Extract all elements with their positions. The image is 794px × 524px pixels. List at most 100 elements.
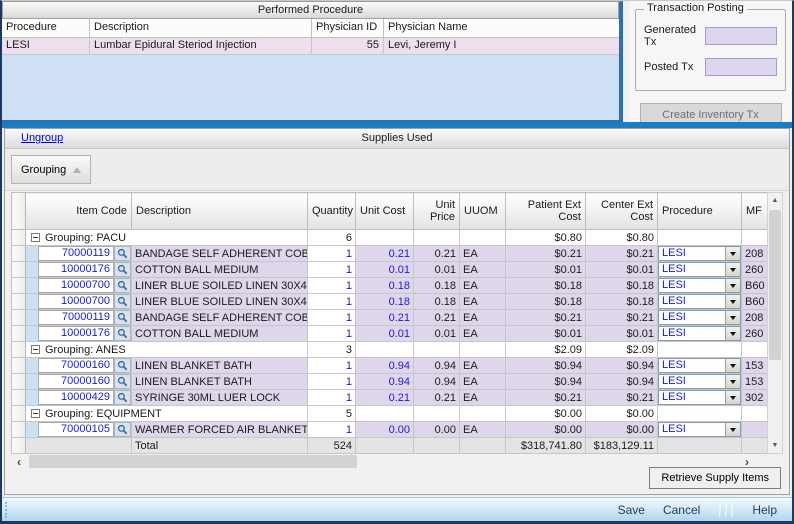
row-indicator[interactable] [12, 374, 26, 390]
chevron-down-icon[interactable] [725, 423, 740, 436]
row-indicator[interactable] [12, 422, 26, 438]
item-code-value[interactable]: 70000119 [38, 310, 114, 325]
item-code-lookup-button[interactable] [114, 422, 131, 437]
column-header-procedure[interactable]: Procedure [2, 19, 90, 37]
item-code-value[interactable]: 70000119 [38, 246, 114, 261]
chevron-down-icon[interactable] [725, 359, 740, 372]
item-unit-cost-cell[interactable]: 0.21 [356, 310, 414, 326]
horizontal-scrollbar[interactable]: ‹ › [11, 454, 755, 469]
chevron-down-icon[interactable] [725, 279, 740, 292]
procedure-dropdown[interactable]: LESI [658, 422, 741, 437]
item-procedure-cell[interactable]: LESI [658, 374, 742, 390]
item-code-value[interactable]: 10000176 [38, 326, 114, 341]
item-unit-cost-cell[interactable]: 0.01 [356, 326, 414, 342]
column-header-description[interactable]: Description [90, 19, 312, 37]
vertical-scroll-thumb[interactable] [769, 210, 781, 360]
row-indicator[interactable] [12, 246, 26, 262]
row-indicator[interactable] [12, 342, 26, 358]
physician-id-cell[interactable]: 55 [312, 38, 384, 54]
item-code-value[interactable]: 10000700 [38, 278, 114, 293]
item-procedure-cell[interactable]: LESI [658, 262, 742, 278]
column-header-uuom[interactable]: UUOM [460, 193, 506, 230]
row-indicator[interactable] [12, 310, 26, 326]
chevron-down-icon[interactable] [725, 375, 740, 388]
procedure-cell[interactable]: LESI [2, 38, 90, 54]
column-header-physician-id[interactable]: Physician ID [312, 19, 384, 37]
supply-item-row[interactable]: 70000160LINEN BLANKET BATH10.940.94EA$0.… [12, 374, 772, 390]
item-procedure-cell[interactable]: LESI [658, 246, 742, 262]
ungroup-link[interactable]: Ungroup [21, 129, 63, 148]
item-unit-cost-cell[interactable]: 0.00 [356, 422, 414, 438]
item-code-cell[interactable]: 10000429 [26, 390, 132, 406]
item-procedure-cell[interactable]: LESI [658, 310, 742, 326]
procedure-dropdown[interactable]: LESI [658, 246, 741, 261]
item-procedure-cell[interactable]: LESI [658, 278, 742, 294]
row-indicator[interactable] [12, 278, 26, 294]
item-code-value[interactable]: 10000700 [38, 294, 114, 309]
item-unit-cost-cell[interactable]: 0.18 [356, 294, 414, 310]
procedure-dropdown[interactable]: LESI [658, 294, 741, 309]
supply-item-row[interactable]: 10000176COTTON BALL MEDIUM10.010.01EA$0.… [12, 262, 772, 278]
item-code-cell[interactable]: 70000105 [26, 422, 132, 438]
chevron-down-icon[interactable] [725, 391, 740, 404]
save-button[interactable]: Save [609, 503, 654, 517]
row-indicator[interactable] [12, 230, 26, 246]
item-code-cell[interactable]: 10000176 [26, 262, 132, 278]
row-indicator[interactable] [12, 262, 26, 278]
item-unit-cost-cell[interactable]: 0.21 [356, 246, 414, 262]
item-code-lookup-button[interactable] [114, 358, 131, 373]
column-header-physician-name[interactable]: Physician Name [384, 19, 619, 37]
column-header-center-ext-cost[interactable]: Center Ext Cost [586, 193, 658, 230]
item-code-lookup-button[interactable] [114, 246, 131, 261]
item-quantity-cell[interactable]: 1 [308, 390, 356, 406]
supply-item-row[interactable]: 10000700LINER BLUE SOILED LINEN 30X4310.… [12, 278, 772, 294]
chevron-down-icon[interactable] [725, 311, 740, 324]
item-quantity-cell[interactable]: 1 [308, 326, 356, 342]
item-code-lookup-button[interactable] [114, 390, 131, 405]
horizontal-scroll-thumb[interactable] [29, 455, 357, 468]
chevron-down-icon[interactable] [725, 295, 740, 308]
row-indicator[interactable] [12, 358, 26, 374]
scroll-up-icon[interactable]: ▲ [768, 193, 782, 208]
procedure-dropdown[interactable]: LESI [658, 358, 741, 373]
item-code-cell[interactable]: 70000119 [26, 310, 132, 326]
item-procedure-cell[interactable]: LESI [658, 390, 742, 406]
collapse-group-icon[interactable] [31, 233, 40, 242]
item-code-lookup-button[interactable] [114, 374, 131, 389]
item-procedure-cell[interactable]: LESI [658, 294, 742, 310]
row-indicator[interactable] [12, 326, 26, 342]
cancel-button[interactable]: Cancel [654, 503, 709, 517]
item-code-lookup-button[interactable] [114, 262, 131, 277]
chevron-down-icon[interactable] [725, 247, 740, 260]
item-code-cell[interactable]: 10000700 [26, 294, 132, 310]
column-header-quantity[interactable]: Quantity [308, 193, 356, 230]
item-code-cell[interactable]: 10000700 [26, 278, 132, 294]
row-indicator[interactable] [12, 390, 26, 406]
column-header-patient-ext-cost[interactable]: Patient Ext Cost [506, 193, 586, 230]
column-header-description[interactable]: Description [132, 193, 308, 230]
collapse-group-icon[interactable] [31, 345, 40, 354]
item-quantity-cell[interactable]: 1 [308, 278, 356, 294]
procedure-dropdown[interactable]: LESI [658, 310, 741, 325]
item-quantity-cell[interactable]: 1 [308, 422, 356, 438]
column-header-procedure[interactable]: Procedure [658, 193, 742, 230]
item-code-value[interactable]: 70000160 [38, 358, 114, 373]
item-code-value[interactable]: 70000160 [38, 374, 114, 389]
scroll-left-icon[interactable]: ‹ [11, 455, 27, 469]
item-unit-cost-cell[interactable]: 0.94 [356, 374, 414, 390]
performed-procedure-row[interactable]: LESI Lumbar Epidural Steriod Injection 5… [2, 38, 619, 55]
item-quantity-cell[interactable]: 1 [308, 310, 356, 326]
item-code-cell[interactable]: 70000119 [26, 246, 132, 262]
item-code-value[interactable]: 70000105 [38, 422, 114, 437]
procedure-dropdown[interactable]: LESI [658, 390, 741, 405]
item-code-lookup-button[interactable] [114, 326, 131, 341]
supply-item-row[interactable]: 10000700LINER BLUE SOILED LINEN 30X4310.… [12, 294, 772, 310]
scroll-down-icon[interactable]: ▼ [768, 438, 782, 453]
column-header-unit-price[interactable]: Unit Price [414, 193, 460, 230]
item-code-lookup-button[interactable] [114, 310, 131, 325]
description-cell[interactable]: Lumbar Epidural Steriod Injection [90, 38, 312, 54]
row-indicator[interactable] [12, 294, 26, 310]
procedure-dropdown[interactable]: LESI [658, 326, 741, 341]
item-code-value[interactable]: 10000176 [38, 262, 114, 277]
grouping-button[interactable]: Grouping [11, 155, 91, 184]
